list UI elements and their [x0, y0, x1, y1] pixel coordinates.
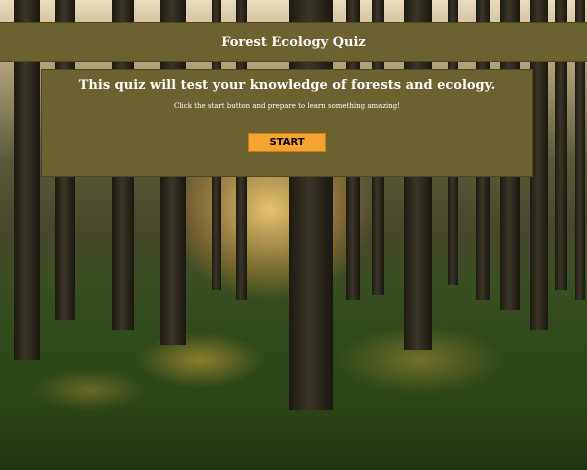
page-title: Forest Ecology Quiz: [221, 34, 366, 50]
intro-subtext: Click the start button and prepare to le…: [173, 102, 401, 110]
intro-heading: This quiz will test your knowledge of fo…: [78, 78, 496, 93]
title-bar: Forest Ecology Quiz: [0, 22, 587, 62]
quiz-intro-panel: This quiz will test your knowledge of fo…: [41, 69, 533, 177]
start-button[interactable]: START: [248, 133, 326, 152]
